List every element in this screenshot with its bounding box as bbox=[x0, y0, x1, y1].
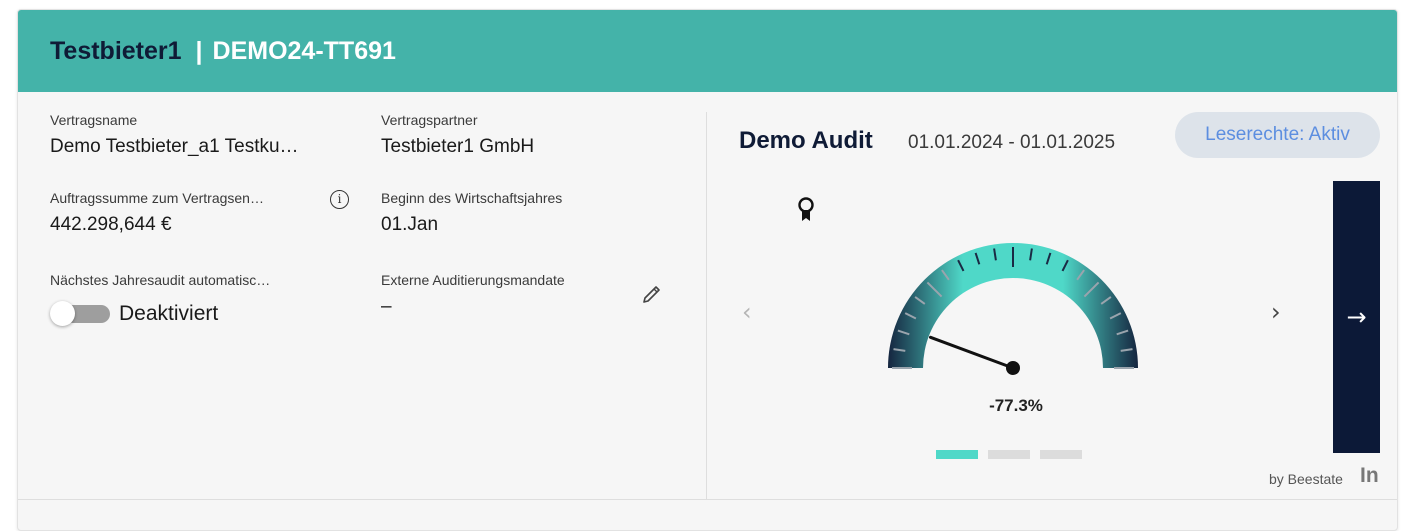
field-label: Vertragspartner bbox=[381, 112, 478, 128]
info-icon[interactable]: i bbox=[330, 190, 349, 209]
toggle-knob bbox=[50, 301, 75, 326]
company-name[interactable]: Testbieter1 bbox=[50, 37, 182, 66]
beestate-logo: In bbox=[1360, 464, 1379, 487]
field-label: Auftragssumme zum Vertragsen… bbox=[50, 190, 264, 206]
header-separator: | bbox=[195, 36, 203, 65]
auto-audit-toggle[interactable] bbox=[50, 301, 110, 326]
audit-dates: 01.01.2024 - 01.01.2025 bbox=[908, 132, 1116, 153]
column-divider bbox=[706, 112, 707, 500]
field-external-mandates: Externe Auditierungsmandate – bbox=[381, 272, 565, 318]
field-order-sum: Auftragssumme zum Vertragsen… 442.298,64… bbox=[50, 190, 264, 236]
next-panel-button[interactable]: → bbox=[1333, 181, 1380, 453]
gauge-value: -77.3% bbox=[989, 396, 1043, 415]
pager-dot[interactable] bbox=[936, 450, 978, 459]
field-value: 01.Jan bbox=[381, 214, 439, 235]
bottom-divider bbox=[18, 499, 1397, 500]
award-icon bbox=[798, 197, 814, 221]
pager-dot[interactable] bbox=[988, 450, 1030, 459]
gauge-needle bbox=[929, 335, 1015, 370]
pager-dots bbox=[936, 450, 1092, 459]
field-value: – bbox=[381, 296, 392, 317]
field-label: Externe Auditierungsmandate bbox=[381, 272, 565, 288]
next-arrow[interactable]: › bbox=[1271, 298, 1281, 326]
read-rights-badge[interactable]: Leserechte: Aktiv bbox=[1175, 112, 1380, 158]
pager-dot[interactable] bbox=[1040, 450, 1082, 459]
audit-gauge bbox=[888, 243, 1138, 375]
contract-code: DEMO24-TT691 bbox=[212, 36, 396, 65]
field-contract-partner: Vertragspartner Testbieter1 GmbH bbox=[381, 112, 534, 158]
toggle-label: Deaktiviert bbox=[119, 302, 219, 325]
field-next-audit: Nächstes Jahresaudit automatisc… bbox=[50, 272, 270, 288]
field-label: Vertragsname bbox=[50, 112, 138, 128]
field-value: Demo Testbieter_a1 Testku… bbox=[50, 136, 299, 157]
pencil-icon[interactable] bbox=[640, 282, 664, 306]
audit-card: Testbieter1 | DEMO24-TT691 Vertragsname … bbox=[17, 9, 1398, 531]
prev-arrow[interactable]: ‹ bbox=[742, 298, 752, 326]
footer-credit: by Beestate bbox=[1269, 471, 1343, 487]
field-label: Nächstes Jahresaudit automatisc… bbox=[50, 272, 271, 288]
audit-title: Demo Audit bbox=[739, 127, 873, 154]
field-value: 442.298,644 € bbox=[50, 214, 172, 235]
field-contract-name: Vertragsname Demo Testbieter_a1 Testku… bbox=[50, 112, 299, 158]
gauge-hub bbox=[1006, 361, 1020, 375]
card-header: Testbieter1 | DEMO24-TT691 bbox=[18, 10, 1397, 92]
field-fiscal-year-start: Beginn des Wirtschaftsjahres 01.Jan bbox=[381, 190, 562, 236]
field-value: Testbieter1 GmbH bbox=[381, 136, 535, 157]
field-label: Beginn des Wirtschaftsjahres bbox=[381, 190, 563, 206]
